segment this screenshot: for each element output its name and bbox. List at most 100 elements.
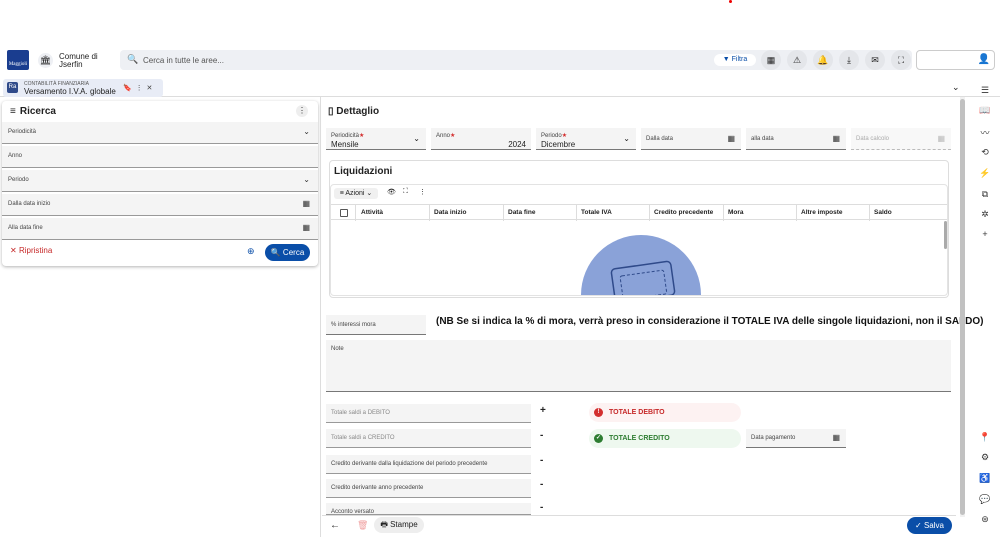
chevron-down-icon: ⌄: [623, 134, 630, 143]
printer-icon: 🖶: [380, 520, 391, 529]
credito-liquidazione-input[interactable]: Credito derivante dalla liquidazione del…: [326, 455, 531, 474]
municipality-icon[interactable]: 🏛: [38, 53, 53, 68]
credito-anno-precedente-input[interactable]: Credito derivante anno precedente: [326, 479, 531, 498]
notification-dot: [729, 0, 732, 3]
copy-icon[interactable]: ⧉: [977, 189, 993, 203]
chat-icon[interactable]: 💬: [977, 494, 993, 508]
municipality-name: Comune di Jserfin: [59, 52, 98, 69]
grid-icon[interactable]: ▦: [761, 50, 781, 70]
reset-button[interactable]: ✕ Ripristina: [10, 246, 52, 255]
calendar-icon: ▦: [302, 223, 310, 232]
book-icon[interactable]: 📖: [977, 105, 993, 119]
maggioli-logo: Maggioli: [7, 50, 29, 70]
check-icon: ✓: [594, 434, 603, 443]
periodo-select[interactable]: Periodo ⌄: [2, 170, 318, 192]
periodicita-select[interactable]: Periodicità★ Mensile ⌄: [326, 128, 426, 150]
kebab-icon[interactable]: ⋮: [136, 85, 143, 92]
bell-icon[interactable]: 🔔: [813, 50, 833, 70]
user-icon: 👤: [977, 54, 990, 65]
accessibility-icon[interactable]: ♿: [977, 473, 993, 487]
salva-button[interactable]: ✓ Salva: [907, 517, 952, 534]
stampe-button[interactable]: 🖶 Stampe: [374, 517, 424, 533]
column-attivita[interactable]: Attività: [361, 209, 383, 216]
history-icon[interactable]: ⟲: [977, 147, 993, 161]
column-data-fine[interactable]: Data fine: [508, 209, 535, 216]
actions-menu[interactable]: ≡ Azioni ⌄: [334, 188, 378, 199]
column-totale-iva[interactable]: Totale IVA: [581, 209, 612, 216]
back-arrow-icon[interactable]: ←: [330, 520, 340, 531]
help-icon[interactable]: ⊛: [977, 514, 993, 528]
calendar-icon: ▦: [937, 134, 945, 143]
minus-sign: -: [540, 430, 544, 441]
chevron-down-icon[interactable]: ⌄: [952, 82, 960, 93]
bookmark-icon[interactable]: 🔖: [123, 85, 132, 92]
fullscreen-icon[interactable]: ⛶: [403, 188, 408, 196]
kebab-icon[interactable]: ⋮: [296, 105, 308, 117]
user-menu[interactable]: 👤: [916, 50, 995, 70]
search-icon: 🔍: [127, 54, 139, 64]
mail-icon[interactable]: ✉: [865, 50, 885, 70]
search-button[interactable]: 🔍 Cerca: [265, 244, 310, 261]
trend-icon[interactable]: 〰: [977, 126, 993, 140]
column-altre-imposte[interactable]: Altre imposte: [801, 209, 843, 216]
alla-data-fine-input[interactable]: Alla data fine ▦: [2, 218, 318, 240]
tab-actions[interactable]: 🔖 ⋮ ✕: [123, 84, 152, 92]
empty-state-illustration: [581, 235, 701, 295]
search-list-icon: ≡: [10, 106, 16, 117]
periodo-select[interactable]: Periodo★ Dicembre ⌄: [536, 128, 636, 150]
eye-icon[interactable]: 👁: [387, 188, 396, 196]
calendar-icon: ▦: [302, 199, 310, 208]
column-credito-precedente[interactable]: Credito precedente: [654, 209, 713, 216]
kebab-icon[interactable]: ⋮: [419, 188, 426, 196]
acconto-input[interactable]: Acconto versato: [326, 503, 531, 515]
column-mora[interactable]: Mora: [728, 209, 744, 216]
warning-icon[interactable]: ⚠: [787, 50, 807, 70]
liquidazioni-table: ≡ Azioni ⌄ 👁 ⛶ ⋮ Attività Data inizio Da…: [330, 184, 948, 296]
search-panel-title: ≡ Ricerca: [10, 106, 56, 117]
note-textarea[interactable]: Note: [326, 340, 951, 392]
plug-icon[interactable]: ⚡: [977, 168, 993, 182]
table-scrollbar[interactable]: [944, 221, 947, 249]
list-icon[interactable]: ☰: [977, 85, 993, 99]
alla-data-input[interactable]: alla data ▦: [746, 128, 846, 150]
anno-input[interactable]: Anno: [2, 146, 318, 168]
column-saldo[interactable]: Saldo: [874, 209, 892, 216]
interessi-mora-input[interactable]: % interessi mora: [326, 315, 426, 335]
select-all-checkbox[interactable]: [340, 209, 348, 217]
tab-title: Versamento I.V.A. globale: [24, 87, 116, 96]
chevron-down-icon: ⌄: [413, 134, 420, 143]
chevron-down-icon: ⌄: [303, 127, 310, 136]
dalla-data-inizio-input[interactable]: Dalla data inizio ▦: [2, 194, 318, 216]
calendar-icon: ▦: [832, 134, 840, 143]
check-icon: ✓: [915, 521, 924, 530]
column-data-inizio[interactable]: Data inizio: [434, 209, 467, 216]
periodicita-select[interactable]: Periodicità ⌄: [2, 122, 318, 144]
search-input[interactable]: Cerca in tutte le aree...: [143, 56, 224, 65]
location-icon[interactable]: 📍: [977, 432, 993, 446]
minus-sign: -: [540, 479, 544, 490]
network-icon[interactable]: ✲: [977, 209, 993, 223]
minus-sign: -: [540, 502, 544, 513]
page-scrollbar[interactable]: [960, 97, 965, 517]
data-pagamento-input[interactable]: Data pagamento ▦: [746, 429, 846, 448]
plus-icon[interactable]: +: [977, 229, 993, 243]
zoom-icon[interactable]: ⊕: [247, 246, 255, 257]
calendar-icon: ▦: [832, 433, 840, 442]
gear-icon[interactable]: ⚙: [977, 452, 993, 466]
fullscreen-icon[interactable]: ⛶: [891, 50, 911, 70]
filter-button[interactable]: ▼ Filtra: [714, 54, 756, 66]
close-icon[interactable]: ✕: [147, 85, 153, 92]
mora-note-text: (NB Se si indica la % di mora, verrà pre…: [436, 316, 984, 327]
dalla-data-input[interactable]: Dalla data ▦: [641, 128, 741, 150]
close-icon: ✕: [10, 246, 19, 255]
download-icon[interactable]: ⤓: [839, 50, 859, 70]
search-icon: 🔍: [270, 248, 283, 257]
filter-label: Filtra: [731, 56, 748, 63]
chevron-down-icon: ⌄: [303, 175, 310, 184]
tab-versamento-iva[interactable]: Ra CONTABILITÀ FINANZIARIA Versamento I.…: [3, 79, 163, 97]
filter-icon: ▼: [722, 56, 732, 63]
anno-input[interactable]: Anno★ 2024: [431, 128, 531, 150]
liquidazioni-title: Liquidazioni: [334, 166, 393, 177]
totale-saldi-debito-input: Totale saldi a DEBITO: [326, 404, 531, 423]
totale-saldi-credito-input: Totale saldi a CREDITO: [326, 429, 531, 448]
